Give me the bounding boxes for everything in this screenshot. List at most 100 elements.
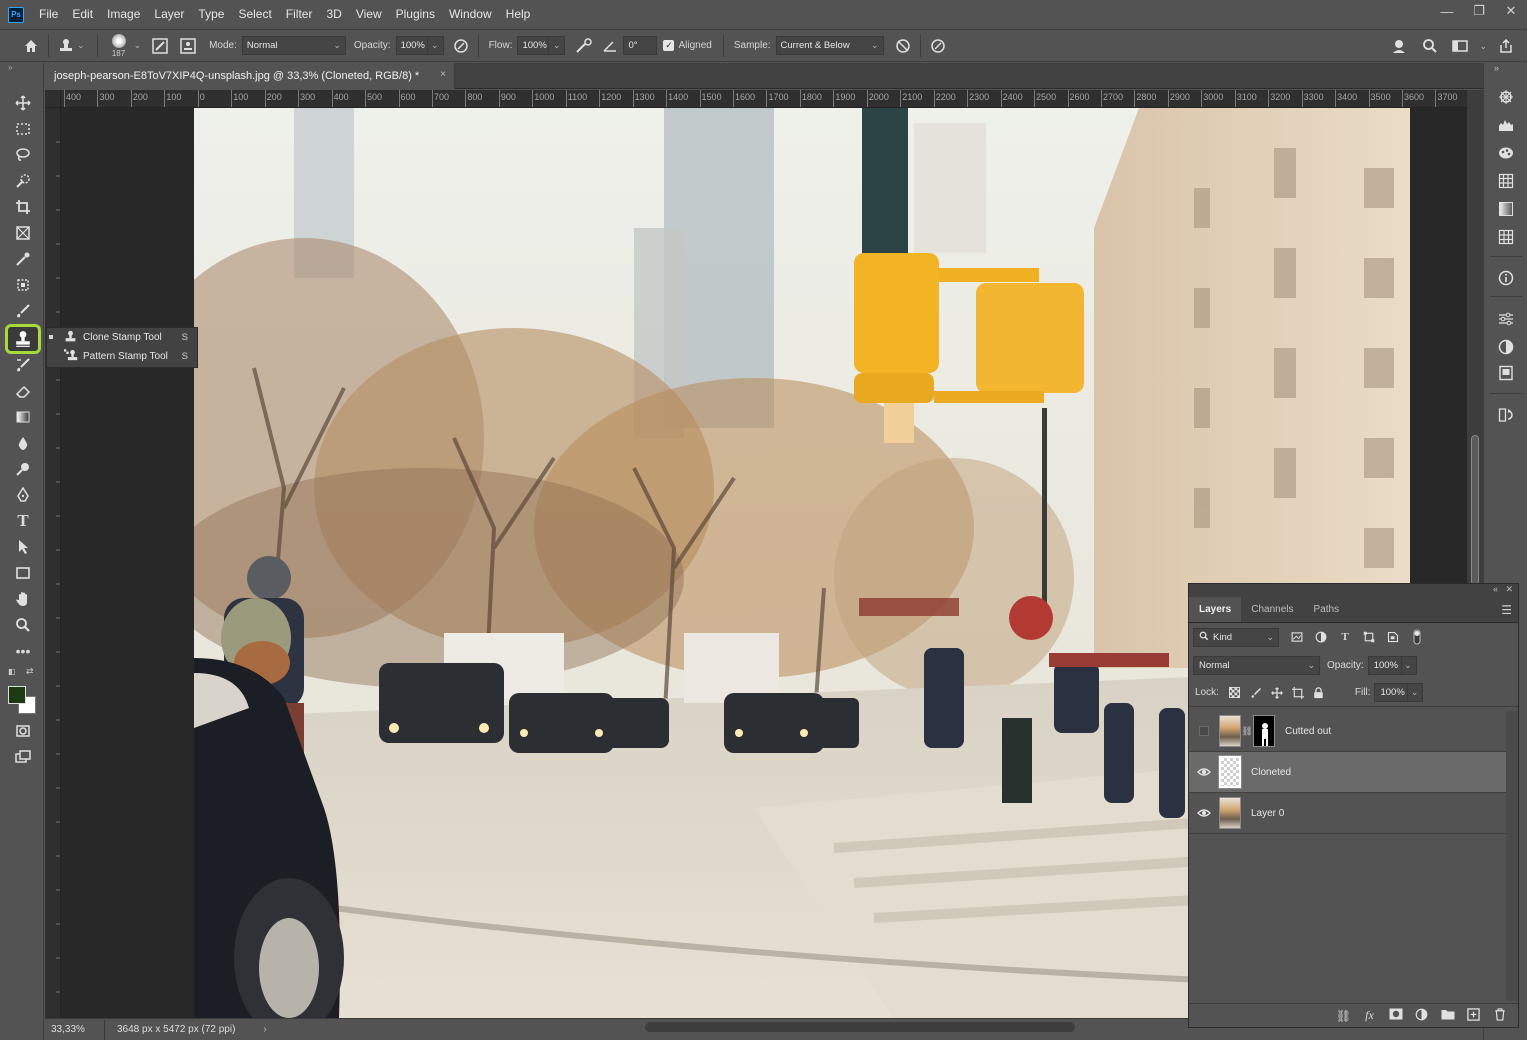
opacity-dropdown[interactable]: ⌄ [427,36,444,55]
menu-view[interactable]: View [349,0,389,29]
menu-edit[interactable]: Edit [65,0,100,29]
minimize-button[interactable]: — [1431,0,1463,22]
history-brush-tool-icon[interactable] [10,353,36,377]
tab-paths[interactable]: Paths [1304,597,1350,622]
eyedropper-tool-icon[interactable] [10,247,36,271]
visibility-toggle[interactable] [1189,767,1219,777]
pressure-size-icon[interactable] [927,35,949,57]
flyout-item-pattern-stamp[interactable]: Pattern Stamp Tool S [47,347,197,366]
pen-tool-icon[interactable] [10,483,36,507]
horizontal-ruler[interactable]: 400 300 200 100 0 100 200 300 400 500 600 700 800 900… [61,90,1467,108]
zoom-level-field[interactable]: 33,33% [45,1019,105,1040]
histogram-icon[interactable] [1493,113,1519,137]
share-icon[interactable] [1495,35,1517,57]
path-selection-tool-icon[interactable] [10,535,36,559]
menu-layer[interactable]: Layer [147,0,191,29]
menu-plugins[interactable]: Plugins [389,0,442,29]
properties-icon[interactable] [1493,307,1519,331]
vertical-ruler[interactable] [45,108,61,1018]
lock-pixels-icon[interactable] [1246,683,1266,703]
close-tab-icon[interactable]: × [440,69,446,80]
gradient-tool-icon[interactable] [10,405,36,429]
angle-input[interactable]: 0° [623,36,658,55]
clone-source-icon[interactable] [177,35,199,57]
close-panel-icon[interactable]: ✕ [1505,584,1513,595]
flow-input[interactable]: 100% [517,36,550,55]
brush-preset-picker[interactable]: 187 [104,32,134,60]
patterns-icon[interactable] [1493,225,1519,249]
trash-icon[interactable] [1491,1007,1508,1024]
flyout-item-clone-stamp[interactable]: Clone Stamp Tool S [47,328,197,347]
adjustments-icon[interactable] [1493,335,1519,359]
sample-select[interactable]: Current & Below ⌄ [775,36,884,55]
fill-dropdown[interactable]: ⌄ [1408,683,1424,702]
layer-row-cutted-out[interactable]: ⛓ Cutted out [1189,711,1506,752]
flow-dropdown[interactable]: ⌄ [549,36,566,55]
vertical-scroll-thumb[interactable] [1471,435,1479,585]
visibility-toggle[interactable] [1189,726,1219,736]
blend-mode-select[interactable]: Normal ⌄ [1193,655,1320,675]
panel-grip-icon[interactable]: » [0,63,43,75]
link-mask-icon[interactable]: ⛓ [1241,726,1253,737]
document-tab[interactable]: joseph-pearson-E8ToV7XIP4Q-unsplash.jpg … [45,63,455,89]
tab-channels[interactable]: Channels [1241,597,1303,622]
visibility-toggle[interactable] [1189,808,1219,818]
quick-selection-tool-icon[interactable] [10,169,36,193]
collapse-dock-icon[interactable]: » [1494,63,1499,73]
new-group-icon[interactable] [1439,1008,1456,1023]
menu-file[interactable]: File [32,0,65,29]
layer-row-layer-0[interactable]: Layer 0 [1189,793,1506,834]
filter-kind-select[interactable]: Kind ⌄ [1193,627,1279,647]
spot-healing-tool-icon[interactable] [10,273,36,297]
type-tool-icon[interactable]: T [10,509,36,533]
default-colors-icon[interactable]: ◧ [8,667,16,676]
status-menu-arrow-icon[interactable]: › [263,1024,266,1035]
chevron-down-icon[interactable]: ⌄ [77,40,85,51]
chevron-down-icon[interactable]: ⌄ [1479,41,1487,57]
aligned-checkbox[interactable]: ✓ [663,40,675,51]
history-icon[interactable] [1493,403,1519,427]
layer-opacity-input[interactable]: 100% [1367,655,1402,675]
menu-select[interactable]: Select [231,0,278,29]
collapse-panel-icon[interactable]: « [1493,584,1498,594]
marquee-tool-icon[interactable] [10,117,36,141]
lock-transparent-icon[interactable] [1225,683,1245,703]
filter-shape-icon[interactable] [1359,627,1379,647]
home-icon[interactable] [20,35,42,57]
link-layers-icon[interactable]: ⛓ [1335,1009,1352,1023]
filter-toggle-icon[interactable] [1407,627,1427,647]
filter-type-icon[interactable]: T [1335,627,1355,647]
menu-window[interactable]: Window [442,0,499,29]
clone-stamp-tool-icon[interactable] [5,324,41,354]
filter-smart-object-icon[interactable] [1383,627,1403,647]
lock-position-icon[interactable] [1267,683,1287,703]
tab-layers[interactable]: Layers [1189,597,1242,622]
crop-tool-icon[interactable] [10,195,36,219]
lock-artboard-icon[interactable] [1288,683,1308,703]
eraser-tool-icon[interactable] [10,379,36,403]
screen-mode-icon[interactable] [10,745,36,769]
new-adjustment-icon[interactable] [1413,1008,1430,1024]
brush-settings-icon[interactable] [149,35,171,57]
rectangle-tool-icon[interactable] [10,561,36,585]
swap-colors-icon[interactable]: ⇄ [26,666,34,677]
search-icon[interactable] [1419,35,1441,57]
more-tools-icon[interactable]: ••• [10,639,36,663]
ignore-adjustment-layers-icon[interactable] [892,35,914,57]
layer-mask-thumbnail[interactable] [1253,715,1275,747]
layer-opacity-dropdown[interactable]: ⌄ [1401,655,1417,675]
opacity-input[interactable]: 100% [395,36,428,55]
horizontal-scrollbar[interactable] [645,1022,1075,1032]
dodge-tool-icon[interactable] [10,457,36,481]
swatches-icon[interactable] [1493,169,1519,193]
add-mask-icon[interactable] [1387,1008,1404,1023]
filter-pixel-icon[interactable] [1287,627,1307,647]
menu-help[interactable]: Help [499,0,538,29]
fill-input[interactable]: 100% [1374,683,1409,702]
hand-tool-icon[interactable] [10,587,36,611]
color-icon[interactable] [1493,141,1519,165]
quick-mask-icon[interactable] [10,719,36,743]
layers-scrollbar[interactable] [1506,711,1518,1001]
user-search-icon[interactable] [1389,35,1411,57]
lasso-tool-icon[interactable] [10,143,36,167]
